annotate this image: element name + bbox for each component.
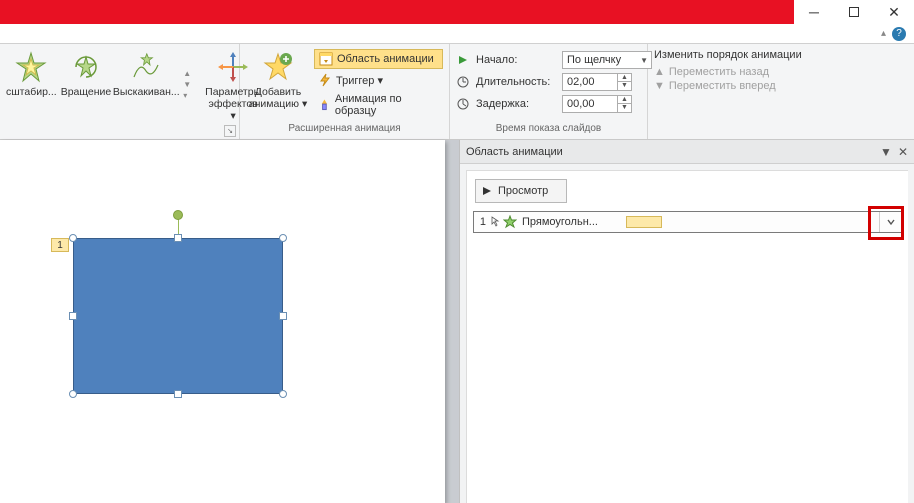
title-bar: ─ ✕	[0, 0, 914, 24]
resize-handle-bl[interactable]	[69, 390, 77, 398]
title-bar-bg	[0, 0, 794, 24]
maximize-button[interactable]	[834, 0, 874, 24]
resize-handle-tr[interactable]	[279, 234, 287, 242]
resize-handle-t[interactable]	[174, 234, 182, 242]
gallery-label: сштабир...	[6, 86, 57, 98]
workspace: 1 Область анимации ▼ ✕ Просмотр 1	[0, 140, 914, 503]
pane-body: Просмотр 1 Прямоугольн...	[466, 170, 908, 503]
resize-handle-tl[interactable]	[69, 234, 77, 242]
minimize-button[interactable]: ─	[794, 0, 834, 24]
trigger-label: Триггер ▾	[336, 74, 383, 87]
reorder-group-label	[648, 121, 914, 139]
pane-close-icon[interactable]: ✕	[898, 145, 908, 159]
duration-input[interactable]: 02,00 ▲▼	[562, 73, 632, 91]
animation-list-item[interactable]: 1 Прямоугольн...	[473, 211, 902, 233]
delay-label: Задержка:	[476, 98, 556, 110]
maximize-icon	[848, 6, 860, 18]
arrow-up-icon: ▲	[654, 66, 665, 78]
start-play-icon	[456, 53, 470, 67]
duration-clock-icon	[456, 75, 470, 89]
duration-value: 02,00	[567, 76, 595, 88]
gallery-item-bounce[interactable]: Выскакиван...	[115, 47, 177, 122]
resize-handle-r[interactable]	[279, 312, 287, 320]
star-burst-icon	[15, 51, 47, 83]
add-anim-label-2: анимацию ▾	[249, 98, 308, 110]
slide-canvas[interactable]: 1	[0, 140, 445, 503]
effect-type-icon	[502, 215, 518, 229]
animation-order-tag[interactable]: 1	[51, 238, 69, 252]
rotate-handle[interactable]	[173, 210, 183, 220]
timeline-bar[interactable]	[626, 216, 662, 228]
selected-shape[interactable]: 1	[73, 238, 283, 394]
reorder-group: Изменить порядок анимации ▲ Переместить …	[648, 44, 914, 139]
animation-pane-label: Область анимации	[337, 53, 434, 65]
timing-group-label: Время показа слайдов	[450, 121, 647, 139]
delay-input[interactable]: 00,00 ▲▼	[562, 95, 632, 113]
rectangle-shape[interactable]	[73, 238, 283, 394]
gallery-label: Выскакиван...	[113, 86, 180, 98]
add-anim-label-1: Добавить	[255, 86, 301, 98]
gallery-item-scale[interactable]: сштабир...	[6, 47, 57, 122]
animation-pane: Область анимации ▼ ✕ Просмотр 1	[459, 140, 914, 503]
collapse-ribbon-icon[interactable]: ▴	[881, 28, 886, 39]
resize-handle-l[interactable]	[69, 312, 77, 320]
add-animation-icon	[262, 51, 294, 83]
start-value: По щелчку	[567, 54, 621, 66]
preview-label: Просмотр	[498, 185, 548, 197]
add-animation-button[interactable]: Добавить анимацию ▾	[246, 47, 310, 121]
pane-title: Область анимации	[466, 146, 563, 158]
gallery-scroll[interactable]: ▲▼▾	[181, 47, 193, 122]
play-icon	[482, 186, 492, 196]
advanced-group-label: Расширенная анимация	[240, 121, 449, 139]
move-later-label: Переместить вперед	[669, 80, 776, 92]
animation-pane-button[interactable]: Область анимации	[314, 49, 443, 69]
on-click-icon	[488, 216, 502, 228]
animation-gallery-group: сштабир... Вращение Выскакиван... ▲▼▾	[0, 44, 240, 139]
delay-clock-icon	[456, 97, 470, 111]
gallery-label: Вращение	[61, 86, 112, 98]
resize-handle-b[interactable]	[174, 390, 182, 398]
dialog-launcher-icon[interactable]: ↘	[224, 125, 236, 137]
start-label: Начало:	[476, 54, 556, 66]
pane-header: Область анимации ▼ ✕	[460, 140, 914, 164]
help-button[interactable]: ?	[892, 27, 906, 41]
resize-handle-br[interactable]	[279, 390, 287, 398]
move-earlier-button[interactable]: ▲ Переместить назад	[654, 65, 819, 79]
move-later-button[interactable]: ▼ Переместить вперед	[654, 79, 819, 93]
duration-label: Длительность:	[476, 76, 556, 88]
item-index: 1	[474, 216, 488, 228]
window-controls: ─ ✕	[794, 0, 914, 24]
bounce-star-icon	[130, 51, 162, 83]
animation-painter-button[interactable]: Анимация по образцу	[314, 91, 443, 119]
timing-group: Начало: По щелчку ▼ Длительность: 02,00 …	[450, 44, 648, 139]
ribbon: сштабир... Вращение Выскакиван... ▲▼▾	[0, 44, 914, 140]
painter-label: Анимация по образцу	[335, 93, 437, 117]
trigger-button[interactable]: Триггер ▾	[314, 71, 443, 89]
preview-button[interactable]: Просмотр	[475, 179, 567, 203]
chevron-down-icon	[886, 217, 896, 227]
gallery-group-label	[0, 122, 239, 139]
animation-list: 1 Прямоугольн...	[473, 211, 902, 233]
item-dropdown[interactable]	[879, 212, 901, 232]
delay-value: 00,00	[567, 98, 595, 110]
item-name: Прямоугольн...	[518, 216, 624, 228]
spin-star-icon	[70, 51, 102, 83]
lightning-icon	[318, 73, 332, 87]
move-earlier-label: Переместить назад	[669, 66, 769, 78]
gallery-item-spin[interactable]: Вращение	[61, 47, 112, 122]
arrow-down-icon: ▼	[654, 80, 665, 92]
advanced-animation-group: Добавить анимацию ▾ Область анимации Три…	[240, 44, 450, 139]
close-button[interactable]: ✕	[874, 0, 914, 24]
pane-icon	[319, 52, 333, 66]
pane-menu-icon[interactable]: ▼	[880, 145, 892, 159]
slide-area[interactable]: 1	[0, 140, 459, 503]
reorder-title: Изменить порядок анимации	[654, 49, 819, 61]
painter-icon	[318, 98, 331, 112]
start-dropdown[interactable]: По щелчку ▼	[562, 51, 652, 69]
ribbon-help-row: ▴ ?	[0, 24, 914, 44]
